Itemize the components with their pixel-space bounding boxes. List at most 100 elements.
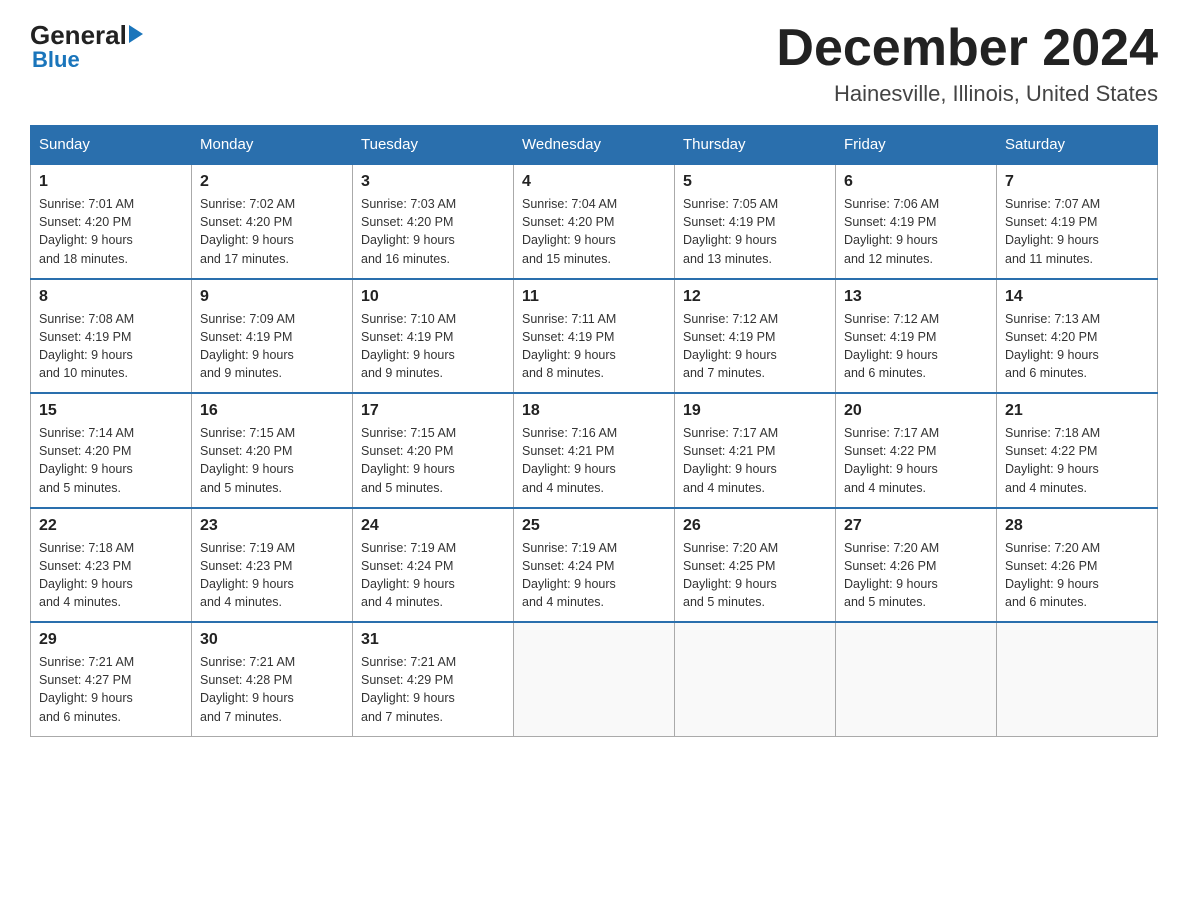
- calendar-table: SundayMondayTuesdayWednesdayThursdayFrid…: [30, 125, 1158, 737]
- day-info: Sunrise: 7:19 AM Sunset: 4:24 PM Dayligh…: [522, 539, 666, 612]
- day-info: Sunrise: 7:14 AM Sunset: 4:20 PM Dayligh…: [39, 424, 183, 497]
- logo-blue: Blue: [32, 47, 80, 73]
- calendar-cell: 11Sunrise: 7:11 AM Sunset: 4:19 PM Dayli…: [514, 279, 675, 394]
- day-number: 26: [683, 517, 827, 535]
- day-info: Sunrise: 7:17 AM Sunset: 4:21 PM Dayligh…: [683, 424, 827, 497]
- day-info: Sunrise: 7:19 AM Sunset: 4:23 PM Dayligh…: [200, 539, 344, 612]
- day-info: Sunrise: 7:13 AM Sunset: 4:20 PM Dayligh…: [1005, 310, 1149, 383]
- day-number: 18: [522, 402, 666, 420]
- day-info: Sunrise: 7:04 AM Sunset: 4:20 PM Dayligh…: [522, 195, 666, 268]
- calendar-cell: 13 Sunrise: 7:12 AM Sunset: 4:19 PM Dayli…: [836, 279, 997, 394]
- day-info: Sunrise: 7:18 AM Sunset: 4:23 PM Dayligh…: [39, 539, 183, 612]
- day-info: Sunrise: 7:12 AM Sunset: 4:19 PM Dayligh…: [844, 310, 988, 383]
- calendar-cell: 1 Sunrise: 7:01 AM Sunset: 4:20 PM Daylig…: [31, 164, 192, 279]
- day-info: Sunrise: 7:17 AM Sunset: 4:22 PM Dayligh…: [844, 424, 988, 497]
- day-number: 27: [844, 517, 988, 535]
- day-number: 16: [200, 402, 344, 420]
- day-number: 7: [1005, 173, 1149, 191]
- day-number: 10: [361, 288, 505, 306]
- day-info: Sunrise: 7:15 AM Sunset: 4:20 PM Dayligh…: [361, 424, 505, 497]
- day-number: 9: [200, 288, 344, 306]
- calendar-cell: 6Sunrise: 7:06 AM Sunset: 4:19 PM Daylig…: [836, 164, 997, 279]
- day-of-week-header: Friday: [836, 126, 997, 165]
- day-number: 13: [844, 288, 988, 306]
- day-number: 4: [522, 173, 666, 191]
- day-info: Sunrise: 7:07 AM Sunset: 4:19 PM Dayligh…: [1005, 195, 1149, 268]
- calendar-cell: 10 Sunrise: 7:10 AM Sunset: 4:19 PM Dayli…: [353, 279, 514, 394]
- calendar-cell: [514, 622, 675, 736]
- calendar-cell: 23Sunrise: 7:19 AM Sunset: 4:23 PM Dayli…: [192, 508, 353, 623]
- logo: General Blue: [30, 20, 143, 73]
- calendar-week-row: 29 Sunrise: 7:21 AM Sunset: 4:27 PM Dayli…: [31, 622, 1158, 736]
- calendar-cell: 28Sunrise: 7:20 AM Sunset: 4:26 PM Dayli…: [997, 508, 1158, 623]
- day-of-week-header: Monday: [192, 126, 353, 165]
- day-number: 8: [39, 288, 183, 306]
- day-info: Sunrise: 7:03 AM Sunset: 4:20 PM Dayligh…: [361, 195, 505, 268]
- day-number: 22: [39, 517, 183, 535]
- page-header: General Blue December 2024 Hainesville, …: [30, 20, 1158, 107]
- calendar-cell: 7 Sunrise: 7:07 AM Sunset: 4:19 PM Daylig…: [997, 164, 1158, 279]
- calendar-cell: 17 Sunrise: 7:15 AM Sunset: 4:20 PM Dayli…: [353, 393, 514, 508]
- day-number: 12: [683, 288, 827, 306]
- calendar-cell: 15 Sunrise: 7:14 AM Sunset: 4:20 PM Dayli…: [31, 393, 192, 508]
- day-info: Sunrise: 7:01 AM Sunset: 4:20 PM Dayligh…: [39, 195, 183, 268]
- calendar-week-row: 22 Sunrise: 7:18 AM Sunset: 4:23 PM Dayli…: [31, 508, 1158, 623]
- calendar-cell: 2 Sunrise: 7:02 AM Sunset: 4:20 PM Daylig…: [192, 164, 353, 279]
- calendar-cell: 26 Sunrise: 7:20 AM Sunset: 4:25 PM Dayli…: [675, 508, 836, 623]
- location-title: Hainesville, Illinois, United States: [776, 81, 1158, 107]
- month-title: December 2024: [776, 20, 1158, 77]
- day-of-week-header: Thursday: [675, 126, 836, 165]
- day-info: Sunrise: 7:05 AM Sunset: 4:19 PM Dayligh…: [683, 195, 827, 268]
- day-info: Sunrise: 7:09 AM Sunset: 4:19 PM Dayligh…: [200, 310, 344, 383]
- day-of-week-header: Saturday: [997, 126, 1158, 165]
- calendar-cell: 12 Sunrise: 7:12 AM Sunset: 4:19 PM Dayli…: [675, 279, 836, 394]
- day-number: 3: [361, 173, 505, 191]
- day-number: 28: [1005, 517, 1149, 535]
- calendar-cell: 27Sunrise: 7:20 AM Sunset: 4:26 PM Dayli…: [836, 508, 997, 623]
- calendar-cell: [675, 622, 836, 736]
- day-number: 17: [361, 402, 505, 420]
- title-area: December 2024 Hainesville, Illinois, Uni…: [776, 20, 1158, 107]
- calendar-week-row: 8Sunrise: 7:08 AM Sunset: 4:19 PM Daylig…: [31, 279, 1158, 394]
- calendar-cell: 5 Sunrise: 7:05 AM Sunset: 4:19 PM Daylig…: [675, 164, 836, 279]
- logo-arrow-icon: [129, 25, 143, 43]
- day-info: Sunrise: 7:02 AM Sunset: 4:20 PM Dayligh…: [200, 195, 344, 268]
- day-of-week-header: Sunday: [31, 126, 192, 165]
- day-info: Sunrise: 7:12 AM Sunset: 4:19 PM Dayligh…: [683, 310, 827, 383]
- calendar-cell: 31Sunrise: 7:21 AM Sunset: 4:29 PM Dayli…: [353, 622, 514, 736]
- day-number: 15: [39, 402, 183, 420]
- calendar-cell: 29 Sunrise: 7:21 AM Sunset: 4:27 PM Dayli…: [31, 622, 192, 736]
- calendar-cell: 9 Sunrise: 7:09 AM Sunset: 4:19 PM Daylig…: [192, 279, 353, 394]
- calendar-cell: 14 Sunrise: 7:13 AM Sunset: 4:20 PM Dayli…: [997, 279, 1158, 394]
- calendar-week-row: 1 Sunrise: 7:01 AM Sunset: 4:20 PM Daylig…: [31, 164, 1158, 279]
- calendar-cell: 22 Sunrise: 7:18 AM Sunset: 4:23 PM Dayli…: [31, 508, 192, 623]
- day-number: 21: [1005, 402, 1149, 420]
- day-number: 29: [39, 631, 183, 649]
- calendar-cell: 24Sunrise: 7:19 AM Sunset: 4:24 PM Dayli…: [353, 508, 514, 623]
- day-info: Sunrise: 7:21 AM Sunset: 4:27 PM Dayligh…: [39, 653, 183, 726]
- day-number: 31: [361, 631, 505, 649]
- calendar-cell: 21 Sunrise: 7:18 AM Sunset: 4:22 PM Dayli…: [997, 393, 1158, 508]
- calendar-cell: 8Sunrise: 7:08 AM Sunset: 4:19 PM Daylig…: [31, 279, 192, 394]
- day-number: 14: [1005, 288, 1149, 306]
- days-of-week-row: SundayMondayTuesdayWednesdayThursdayFrid…: [31, 126, 1158, 165]
- day-info: Sunrise: 7:18 AM Sunset: 4:22 PM Dayligh…: [1005, 424, 1149, 497]
- day-number: 2: [200, 173, 344, 191]
- day-number: 25: [522, 517, 666, 535]
- day-number: 20: [844, 402, 988, 420]
- day-number: 5: [683, 173, 827, 191]
- calendar-body: 1 Sunrise: 7:01 AM Sunset: 4:20 PM Daylig…: [31, 164, 1158, 736]
- day-info: Sunrise: 7:20 AM Sunset: 4:25 PM Dayligh…: [683, 539, 827, 612]
- calendar-cell: 20 Sunrise: 7:17 AM Sunset: 4:22 PM Dayli…: [836, 393, 997, 508]
- day-of-week-header: Tuesday: [353, 126, 514, 165]
- calendar-cell: 16Sunrise: 7:15 AM Sunset: 4:20 PM Dayli…: [192, 393, 353, 508]
- day-number: 1: [39, 173, 183, 191]
- day-info: Sunrise: 7:19 AM Sunset: 4:24 PM Dayligh…: [361, 539, 505, 612]
- day-info: Sunrise: 7:16 AM Sunset: 4:21 PM Dayligh…: [522, 424, 666, 497]
- day-number: 11: [522, 288, 666, 306]
- day-number: 19: [683, 402, 827, 420]
- calendar-cell: 19 Sunrise: 7:17 AM Sunset: 4:21 PM Dayli…: [675, 393, 836, 508]
- day-info: Sunrise: 7:10 AM Sunset: 4:19 PM Dayligh…: [361, 310, 505, 383]
- day-number: 6: [844, 173, 988, 191]
- calendar-cell: 3 Sunrise: 7:03 AM Sunset: 4:20 PM Daylig…: [353, 164, 514, 279]
